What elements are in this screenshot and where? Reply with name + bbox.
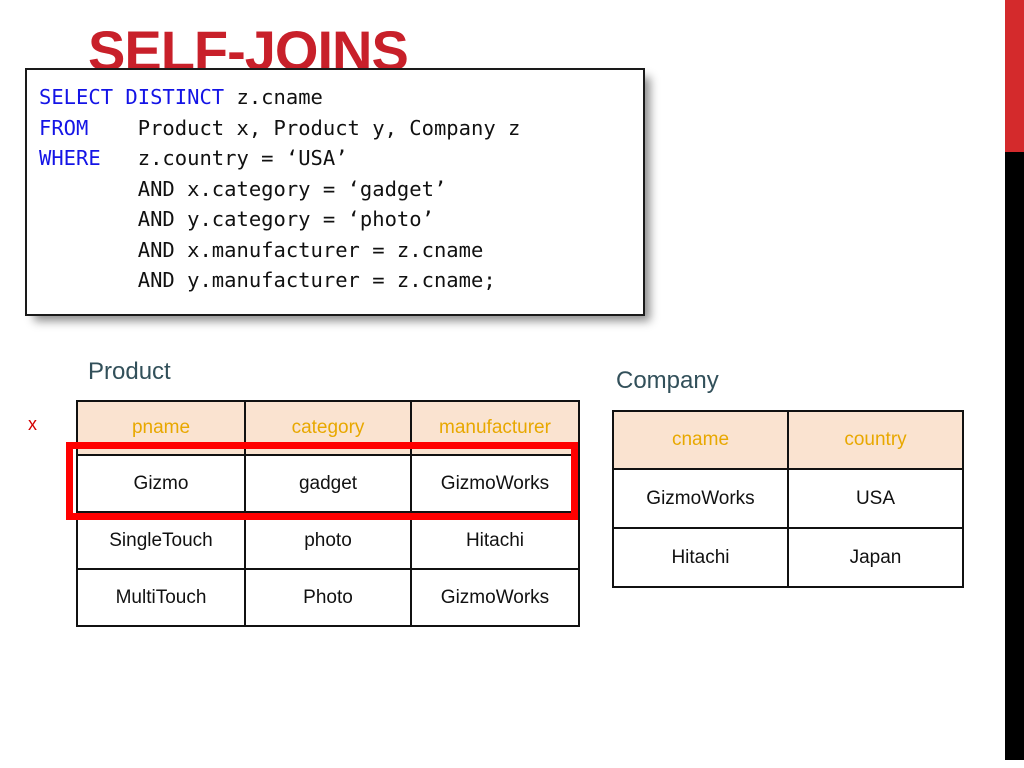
table-row: SingleTouch photo Hitachi	[76, 511, 580, 570]
table-header-row: cname country	[612, 410, 964, 470]
column-header-country: country	[787, 410, 964, 470]
cell-pname: MultiTouch	[76, 568, 246, 627]
cell-category: gadget	[244, 454, 412, 513]
sql-line-1-rest: z.cname	[224, 85, 323, 109]
company-table: cname country GizmoWorks USA Hitachi Jap…	[612, 410, 964, 588]
cell-category: Photo	[244, 568, 412, 627]
cell-country: Japan	[787, 527, 964, 588]
column-header-category: category	[244, 400, 412, 456]
column-header-cname: cname	[612, 410, 789, 470]
table-row: MultiTouch Photo GizmoWorks	[76, 568, 580, 627]
cell-category: photo	[244, 511, 412, 570]
black-accent-bar	[1005, 152, 1024, 760]
sql-keyword-where: WHERE	[39, 146, 101, 170]
cell-country: USA	[787, 468, 964, 529]
sql-keyword-from: FROM	[39, 115, 89, 140]
cell-cname: GizmoWorks	[612, 468, 789, 529]
sql-line-7: AND y.manufacturer = z.cname;	[39, 268, 496, 292]
table-row: GizmoWorks USA	[612, 468, 964, 529]
sql-line-5: AND y.category = ‘photo’	[39, 207, 434, 231]
sql-line-2-rest: Product x, Product y, Company z	[88, 115, 521, 140]
table-row: Hitachi Japan	[612, 527, 964, 588]
cell-manufacturer: Hitachi	[410, 511, 580, 570]
cell-pname: SingleTouch	[76, 511, 246, 570]
sql-query-text: SELECT DISTINCT z.cname FROM Product x, …	[27, 70, 643, 296]
sql-keyword-select-distinct: SELECT DISTINCT	[39, 85, 225, 109]
red-accent-bar	[1005, 0, 1024, 152]
sql-line-4: AND x.category = ‘gadget’	[39, 176, 447, 201]
cell-pname: Gizmo	[76, 454, 246, 513]
sql-line-6: AND x.manufacturer = z.cname	[39, 237, 484, 262]
column-header-manufacturer: manufacturer	[410, 400, 580, 456]
cell-manufacturer: GizmoWorks	[410, 568, 580, 627]
cell-cname: Hitachi	[612, 527, 789, 588]
cell-manufacturer: GizmoWorks	[410, 454, 580, 513]
right-edge-decoration	[1005, 0, 1024, 768]
product-table-caption: Product	[88, 358, 171, 385]
sql-query-box: SELECT DISTINCT z.cname FROM Product x, …	[25, 68, 645, 316]
table-row: Gizmo gadget GizmoWorks	[76, 454, 580, 513]
sql-line-3-rest: z.country = ‘USA’	[100, 146, 348, 170]
product-table: pname category manufacturer Gizmo gadget…	[76, 400, 580, 627]
product-alias-label-x: x	[28, 414, 37, 434]
table-header-row: pname category manufacturer	[76, 400, 580, 456]
column-header-pname: pname	[76, 400, 246, 456]
company-table-caption: Company	[616, 367, 719, 394]
